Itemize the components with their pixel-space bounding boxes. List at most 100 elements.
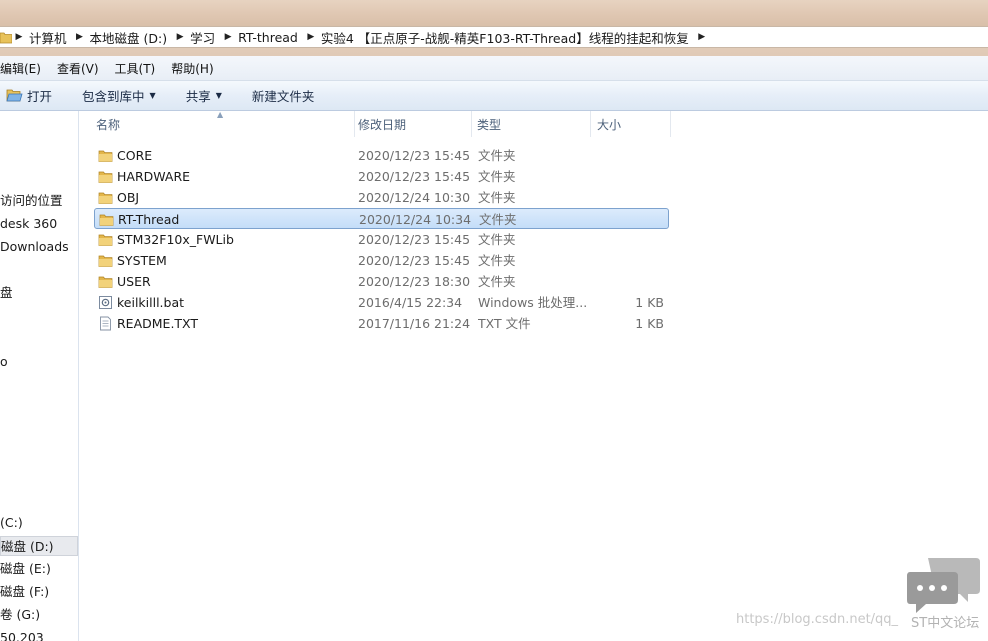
breadcrumb-chevron-icon[interactable]: ▶ (221, 32, 235, 42)
file-size (596, 166, 664, 187)
file-modified-date: 2020/12/23 15:45 (358, 253, 471, 268)
menu-view[interactable]: 查看(V) (49, 60, 107, 77)
folder-icon (99, 212, 114, 227)
table-row[interactable]: STM32F10x_FWLib 2020/12/23 15:45 文件夹 (94, 229, 669, 250)
table-row[interactable]: HARDWARE 2020/12/23 15:45 文件夹 (94, 166, 669, 187)
include-in-library-button[interactable]: 包含到库中 ▼ (82, 86, 156, 105)
nav-item-network-location[interactable]: 50.203 (0, 628, 78, 641)
table-row[interactable]: SYSTEM 2020/12/23 15:45 文件夹 (94, 250, 669, 271)
table-row[interactable]: OBJ 2020/12/24 10:30 文件夹 (94, 187, 669, 208)
file-type: 文件夹 (478, 232, 516, 247)
menu-bar: 编辑(E) 查看(V) 工具(T) 帮助(H) (0, 56, 988, 81)
watermark-url: https://blog.csdn.net/qq_ (736, 612, 899, 627)
nav-item-drive-c[interactable]: (C:) (0, 513, 78, 533)
command-toolbar: 打开 包含到库中 ▼ 共享 ▼ 新建文件夹 (0, 81, 988, 111)
breadcrumb[interactable]: ▶ 计算机 ▶ 本地磁盘 (D:) ▶ 学习 ▶ RT-thread ▶ 实验4… (0, 26, 988, 48)
file-size: 1 KB (635, 295, 664, 310)
new-folder-button-label: 新建文件夹 (251, 89, 315, 104)
table-row[interactable]: CORE 2020/12/23 15:45 文件夹 (94, 145, 669, 166)
file-type: 文件夹 (478, 253, 516, 268)
folder-icon (98, 232, 113, 247)
file-name: USER (117, 274, 151, 289)
file-size: 1 KB (635, 316, 664, 331)
file-size (596, 250, 664, 271)
breadcrumb-drive-d[interactable]: 本地磁盘 (D:) (87, 28, 174, 47)
file-modified-date: 2020/12/23 15:45 (358, 148, 471, 163)
breadcrumb-chevron-icon[interactable]: ▶ (12, 32, 26, 42)
nav-item-drive-d[interactable]: 磁盘 (D:) (0, 536, 78, 556)
text-file-icon (98, 316, 113, 331)
folder-icon (98, 169, 113, 184)
table-row[interactable]: README.TXT 2017/11/16 21:24 TXT 文件 1 KB (94, 313, 669, 334)
window-title-bar (0, 0, 988, 26)
file-modified-date: 2020/12/23 18:30 (358, 274, 471, 289)
breadcrumb-experiment[interactable]: 实验4 【正点原子-战舰-精英F103-RT-Thread】线程的挂起和恢复 (318, 28, 695, 47)
share-button[interactable]: 共享 ▼ (186, 86, 222, 105)
menu-tools[interactable]: 工具(T) (107, 60, 164, 77)
column-header-row: ▲ 名称 修改日期 类型 大小 (79, 110, 679, 137)
dropdown-caret-icon: ▼ (215, 91, 222, 100)
file-type: TXT 文件 (478, 316, 531, 331)
file-modified-date: 2020/12/24 10:34 (359, 212, 472, 227)
file-name: README.TXT (117, 316, 199, 331)
folder-icon (98, 190, 113, 205)
open-button-label: 打开 (27, 89, 53, 104)
nav-item-drive-e[interactable]: 磁盘 (E:) (0, 559, 78, 579)
file-type: 文件夹 (478, 274, 516, 289)
breadcrumb-chevron-icon[interactable]: ▶ (173, 32, 187, 42)
include-in-library-label: 包含到库中 (82, 89, 145, 104)
breadcrumb-chevron-icon[interactable]: ▶ (695, 32, 709, 42)
file-modified-date: 2017/11/16 21:24 (358, 316, 471, 331)
folder-icon (0, 30, 13, 44)
nav-item-drive-g[interactable]: 卷 (G:) (0, 605, 78, 625)
file-modified-date: 2020/12/23 15:45 (358, 232, 471, 247)
file-size (596, 187, 664, 208)
file-name: CORE (117, 148, 153, 163)
file-name: HARDWARE (117, 169, 191, 184)
file-size (596, 271, 664, 292)
nav-item-downloads[interactable]: Downloads (0, 237, 78, 257)
breadcrumb-computer[interactable]: 计算机 (26, 28, 73, 47)
breadcrumb-chevron-icon[interactable]: ▶ (304, 32, 318, 42)
file-modified-date: 2020/12/24 10:30 (358, 190, 471, 205)
table-row[interactable]: USER 2020/12/23 18:30 文件夹 (94, 271, 669, 292)
column-header-date[interactable]: 修改日期 (352, 111, 472, 137)
file-size (597, 209, 665, 230)
share-button-label: 共享 (185, 89, 211, 104)
file-list-view[interactable]: ▲ 名称 修改日期 类型 大小 CORE 2020/12/23 15:45 文件夹 H… (79, 110, 988, 641)
file-name: RT-Thread (118, 212, 180, 227)
open-folder-icon (6, 88, 23, 103)
address-bar: ▶ 计算机 ▶ 本地磁盘 (D:) ▶ 学习 ▶ RT-thread ▶ 实验4… (0, 26, 988, 56)
file-type: 文件夹 (478, 190, 516, 205)
menu-help[interactable]: 帮助(H) (163, 60, 221, 77)
dropdown-caret-icon: ▼ (149, 91, 156, 100)
file-modified-date: 2020/12/23 15:45 (358, 169, 471, 184)
navigation-pane[interactable]: 访问的位置 desk 360 Downloads 盘 o (C:) 磁盘 (D:… (0, 111, 79, 641)
column-header-type[interactable]: 类型 (471, 111, 591, 137)
table-row[interactable]: RT-Thread 2020/12/24 10:34 文件夹 (94, 208, 669, 229)
breadcrumb-study[interactable]: 学习 (187, 28, 221, 47)
file-type: 文件夹 (479, 212, 517, 227)
nav-item-o[interactable]: o (0, 352, 78, 372)
menu-edit[interactable]: 编辑(E) (0, 60, 49, 77)
folder-icon (98, 253, 113, 268)
nav-item-disk[interactable]: 盘 (0, 283, 78, 303)
file-size (596, 229, 664, 250)
nav-item-drive-f[interactable]: 磁盘 (F:) (0, 582, 78, 602)
breadcrumb-rt-thread[interactable]: RT-thread (235, 30, 304, 45)
file-size (596, 145, 664, 166)
file-name: SYSTEM (117, 253, 167, 268)
watermark-brand: ST中文论坛 (911, 616, 980, 631)
new-folder-button[interactable]: 新建文件夹 (252, 86, 315, 105)
folder-icon (98, 148, 113, 163)
nav-item-recent-places[interactable]: 访问的位置 (0, 191, 78, 211)
file-modified-date: 2016/4/15 22:34 (358, 295, 463, 310)
chat-bubble-icon (906, 556, 982, 616)
open-button[interactable]: 打开 (6, 86, 52, 105)
nav-item-desk-360[interactable]: desk 360 (0, 214, 78, 234)
table-row[interactable]: keilkilll.bat 2016/4/15 22:34 Windows 批处理.… (94, 292, 669, 313)
column-header-name[interactable]: 名称 (90, 111, 355, 137)
file-type: Windows 批处理... (478, 295, 588, 310)
column-header-size[interactable]: 大小 (591, 111, 671, 137)
breadcrumb-chevron-icon[interactable]: ▶ (73, 32, 87, 42)
